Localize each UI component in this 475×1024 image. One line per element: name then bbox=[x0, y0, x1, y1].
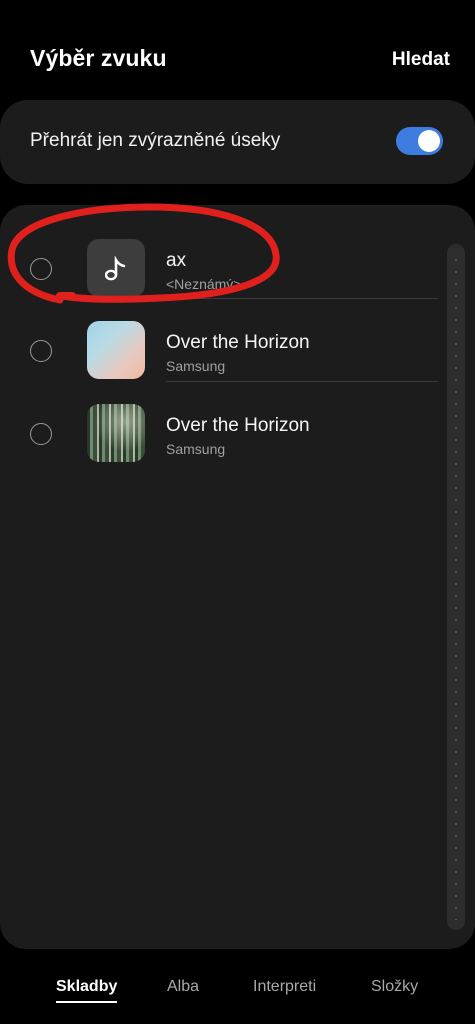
track-artist: <Neznámý> bbox=[166, 276, 242, 292]
track-radio-button[interactable] bbox=[30, 340, 52, 362]
music-note-icon bbox=[105, 256, 126, 281]
track-artist: Samsung bbox=[166, 441, 226, 457]
divider bbox=[166, 298, 438, 299]
index-dots bbox=[455, 254, 457, 920]
track-title: Over the Horizon bbox=[166, 332, 310, 353]
bottom-tab-bar: Skladby Alba Interpreti Složky bbox=[0, 950, 475, 1024]
tab-interpreti[interactable]: Interpreti bbox=[253, 978, 316, 996]
album-art bbox=[87, 321, 145, 379]
fast-scroll-bar[interactable] bbox=[447, 244, 465, 930]
track-thumbnail bbox=[87, 239, 145, 297]
track-artist: Samsung bbox=[166, 358, 226, 374]
track-list: ax <Neznámý> Over the Horizon Samsung Ov… bbox=[0, 205, 475, 949]
header: Výběr zvuku Hledat bbox=[0, 0, 475, 100]
list-item[interactable]: Over the Horizon Samsung bbox=[0, 394, 475, 476]
track-title: Over the Horizon bbox=[166, 415, 310, 436]
page-title: Výběr zvuku bbox=[30, 45, 167, 71]
divider bbox=[166, 381, 438, 382]
highlights-only-label: Přehrát jen zvýrazněné úseky bbox=[30, 130, 281, 151]
search-button[interactable]: Hledat bbox=[392, 49, 450, 71]
tab-alba[interactable]: Alba bbox=[167, 978, 199, 996]
track-title: ax bbox=[166, 250, 187, 271]
track-radio-button[interactable] bbox=[30, 423, 52, 445]
highlights-only-switch[interactable] bbox=[396, 127, 443, 155]
tab-slozky[interactable]: Složky bbox=[371, 978, 418, 996]
album-art bbox=[87, 404, 145, 462]
sound-picker-screen: Výběr zvuku Hledat Přehrát jen zvýrazněn… bbox=[0, 0, 475, 1024]
tab-skladby[interactable]: Skladby bbox=[56, 978, 118, 1003]
switch-knob bbox=[418, 130, 440, 152]
track-radio-button[interactable] bbox=[30, 258, 52, 280]
